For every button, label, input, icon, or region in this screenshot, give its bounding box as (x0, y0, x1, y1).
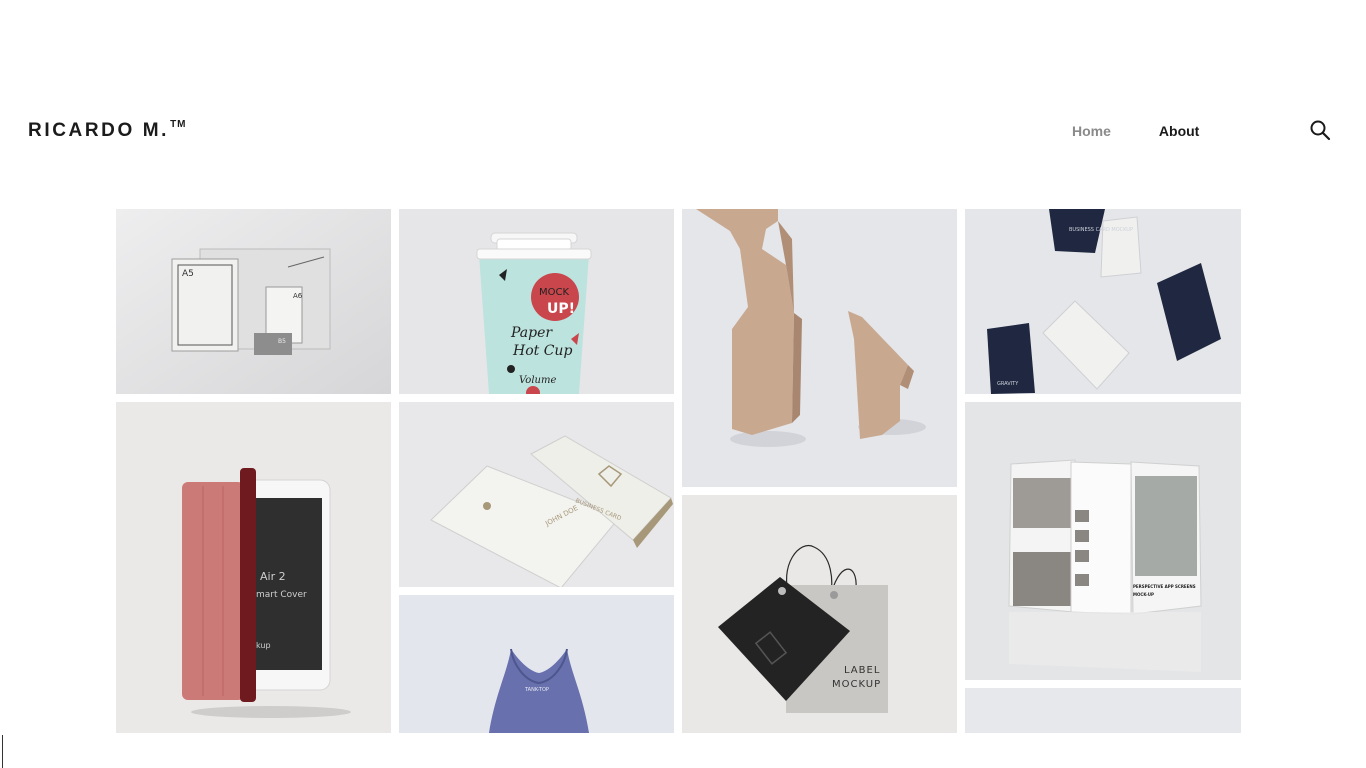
gallery-item-tablet[interactable]: Air 2 mart Cover kup (116, 402, 391, 733)
a5-label: A5 (182, 269, 194, 279)
b5-label: B5 (278, 338, 286, 345)
gallery-item-wood-blocks[interactable] (682, 209, 957, 487)
tablet-text-1: Air 2 (260, 570, 286, 583)
label-text-1: LABEL (844, 665, 880, 676)
gallery-item-label-tag[interactable]: LABEL MOCKUP (682, 495, 957, 733)
tablet-text-2: mart Cover (256, 590, 307, 600)
cup-text-up: UP! (547, 301, 575, 317)
cup-text-volume: Volume (519, 375, 556, 386)
cards-brand-text: GRAVITY (997, 381, 1019, 387)
tank-top-label: TANK-TOP (524, 687, 549, 693)
cards-sub-text: BUSINESS CARD MOCKUP (1069, 227, 1133, 233)
tablet-text-3: kup (256, 641, 271, 650)
label-text-2: MOCKUP (832, 679, 881, 690)
logo-text: RICARDO M. (28, 120, 170, 141)
cup-text-mock: MOCK (539, 287, 569, 298)
site-header: RICARDO M.TM Home About (0, 0, 1366, 200)
gallery-item-partial[interactable] (965, 688, 1241, 733)
a6-label: A6 (293, 292, 303, 300)
text-cursor (2, 735, 3, 768)
gallery-item-business-card[interactable]: BUSINESS CARD JOHN DOE (399, 402, 674, 587)
gallery-item-stationery[interactable]: A5 A6 B5 (116, 209, 391, 394)
nav-home-link[interactable]: Home (1072, 123, 1111, 139)
logo-trademark: TM (170, 119, 187, 130)
nav-about-link[interactable]: About (1159, 123, 1199, 139)
search-icon[interactable] (1308, 118, 1332, 142)
main-nav: Home About (1072, 123, 1199, 139)
cup-text-hotcup: Hot Cup (512, 343, 572, 359)
gallery-item-tank-top[interactable]: TANK-TOP (399, 595, 674, 733)
app-screens-caption-2: MOCK-UP (1133, 592, 1154, 597)
cup-text-paper: Paper (510, 325, 553, 341)
gallery-item-paper-cup[interactable]: MOCK UP! Paper Hot Cup Volume (399, 209, 674, 394)
gallery-item-gravity-cards[interactable]: GRAVITY BUSINESS CARD MOCKUP (965, 209, 1241, 394)
app-screens-caption-1: PERSPECTIVE APP SCREENS (1133, 584, 1196, 589)
gallery-item-app-screens[interactable]: PERSPECTIVE APP SCREENS MOCK-UP (965, 402, 1241, 680)
site-logo[interactable]: RICARDO M.TM (28, 119, 187, 142)
